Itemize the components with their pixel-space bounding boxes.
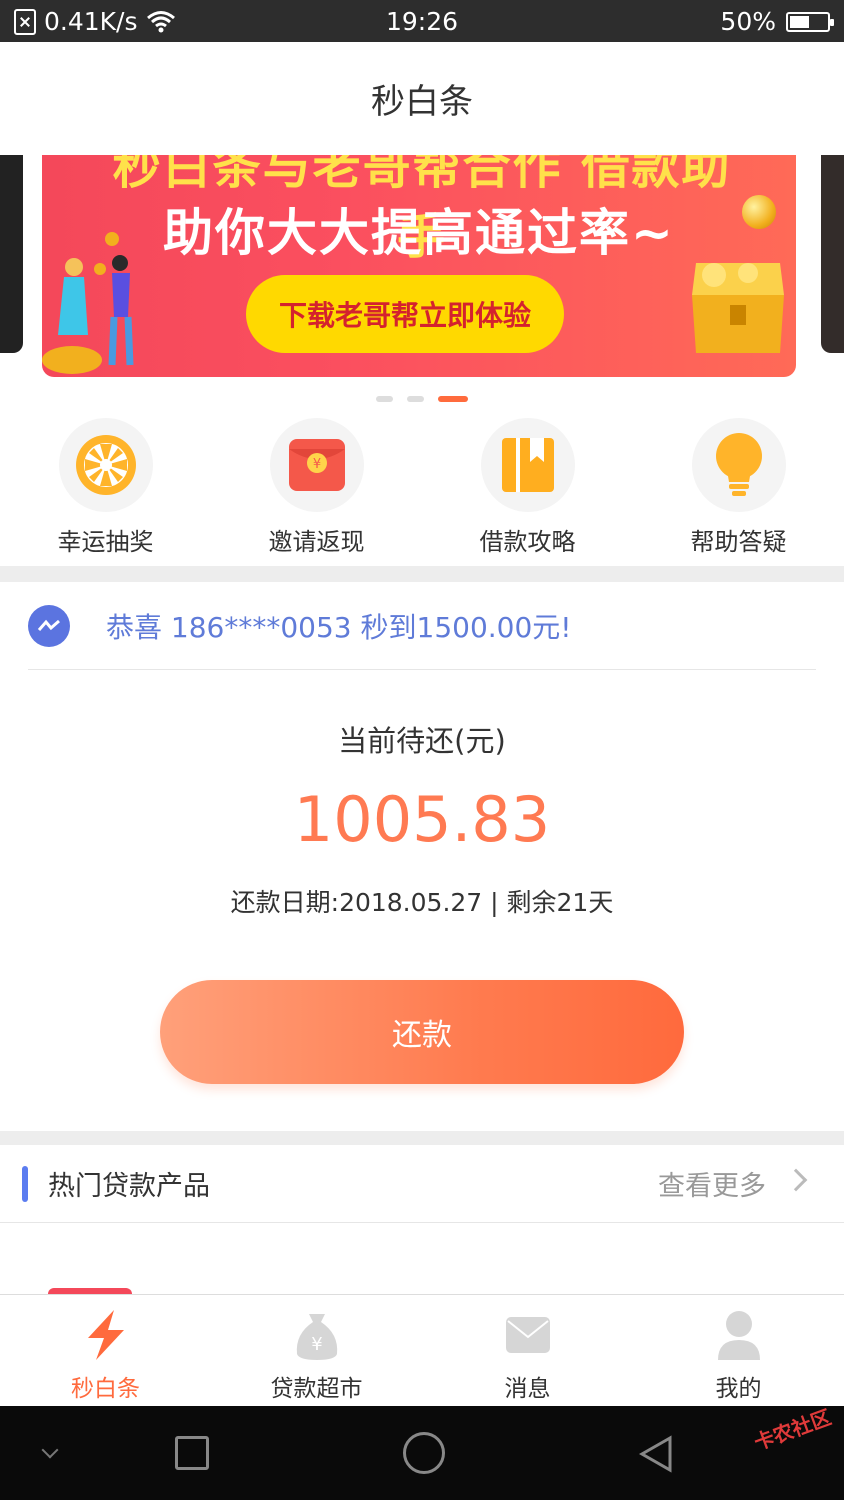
guide-book-icon: [480, 418, 575, 512]
notice-text: 恭喜 186****0053 秒到1500.00元!: [106, 610, 572, 644]
banner-cta-button[interactable]: 下载老哥帮立即体验: [246, 275, 564, 353]
treasure-chest-icon: [692, 263, 784, 353]
hide-nav-icon[interactable]: [41, 1441, 59, 1459]
svg-text:¥: ¥: [312, 457, 320, 472]
menu-label: 邀请返现: [268, 528, 365, 556]
watermark-logo: 卡农社区: [750, 1404, 835, 1455]
page-title: 秒白条: [0, 42, 844, 155]
divider: [0, 566, 844, 582]
section-accent-bar: [22, 1165, 28, 1202]
menu-item-lottery[interactable]: 幸运抽奖: [0, 418, 211, 566]
due-date-info: 还款日期:2018.05.27 | 剩余21天: [230, 888, 614, 917]
status-bar: 0.41K/s 19:26 50%: [0, 0, 844, 42]
system-nav-bar: 卡农社区: [0, 1405, 844, 1500]
envelope-icon: [502, 1309, 554, 1361]
menu-item-help[interactable]: 帮助答疑: [633, 418, 844, 566]
svg-text:¥: ¥: [311, 1334, 322, 1355]
quick-menu: 幸运抽奖 ¥ 邀请返现 借款攻略 帮助答疑: [0, 418, 844, 566]
hot-products-header: 热门贷款产品 查看更多: [0, 1145, 844, 1223]
tab-label: 我的: [715, 1376, 762, 1402]
next-banner-peek[interactable]: [821, 155, 844, 353]
menu-label: 帮助答疑: [690, 528, 787, 556]
tab-loan-market[interactable]: ¥ 贷款超市: [211, 1295, 422, 1406]
lottery-wheel-icon: [58, 418, 153, 512]
carousel-indicator: [0, 396, 844, 402]
lightbulb-icon: [691, 418, 786, 512]
menu-item-guide[interactable]: 借款攻略: [422, 418, 633, 566]
view-more-link[interactable]: 查看更多: [658, 1164, 766, 1203]
menu-label: 幸运抽奖: [57, 528, 154, 556]
people-illustration-icon: [42, 232, 134, 374]
banner-slide[interactable]: 秒白条与老哥帮合作 借款助手 助你大大提高通过率~ 下载老哥帮立即体验: [42, 155, 796, 377]
menu-item-invite[interactable]: ¥ 邀请返现: [211, 418, 422, 566]
tab-label: 消息: [504, 1376, 551, 1402]
tab-bar: 秒白条 ¥ 贷款超市 消息 我的: [0, 1294, 844, 1406]
battery-icon: [786, 11, 834, 32]
tab-label: 秒白条: [71, 1376, 140, 1402]
hot-products-title: 热门贷款产品: [48, 1171, 210, 1202]
money-bag-icon: ¥: [291, 1309, 343, 1361]
red-envelope-icon: ¥: [269, 418, 364, 512]
carousel-dot: [407, 396, 424, 402]
banner-carousel[interactable]: 秒白条与老哥帮合作 借款助手 助你大大提高通过率~ 下载老哥帮立即体验: [0, 155, 844, 385]
divider: [0, 1131, 844, 1145]
user-icon: [713, 1309, 765, 1361]
carousel-dot-active: [438, 396, 468, 402]
tab-messages[interactable]: 消息: [422, 1295, 633, 1406]
tab-profile[interactable]: 我的: [633, 1295, 844, 1406]
clock: 19:26: [385, 7, 459, 36]
back-button[interactable]: [636, 1434, 676, 1474]
chevron-right-icon[interactable]: [784, 1168, 808, 1192]
carousel-dot: [376, 396, 393, 402]
banner-slogan: 助你大大提高通过率~: [163, 204, 675, 262]
prev-banner-peek[interactable]: [0, 155, 23, 353]
due-title: 当前待还(元): [338, 724, 506, 758]
tab-home[interactable]: 秒白条: [0, 1295, 211, 1406]
lightning-icon: [80, 1309, 132, 1361]
repay-button[interactable]: 还款: [160, 980, 684, 1084]
due-amount: 1005.83: [293, 783, 551, 856]
messenger-icon: [28, 604, 70, 647]
coin-icon: [742, 195, 776, 229]
notice-bar[interactable]: 恭喜 186****0053 秒到1500.00元!: [28, 582, 816, 670]
battery-percent: 50%: [720, 7, 776, 36]
tab-label: 贷款超市: [270, 1376, 363, 1402]
recents-button[interactable]: [175, 1436, 209, 1470]
status-right: 50%: [720, 7, 834, 36]
menu-label: 借款攻略: [479, 528, 576, 556]
home-button[interactable]: [403, 1432, 445, 1474]
